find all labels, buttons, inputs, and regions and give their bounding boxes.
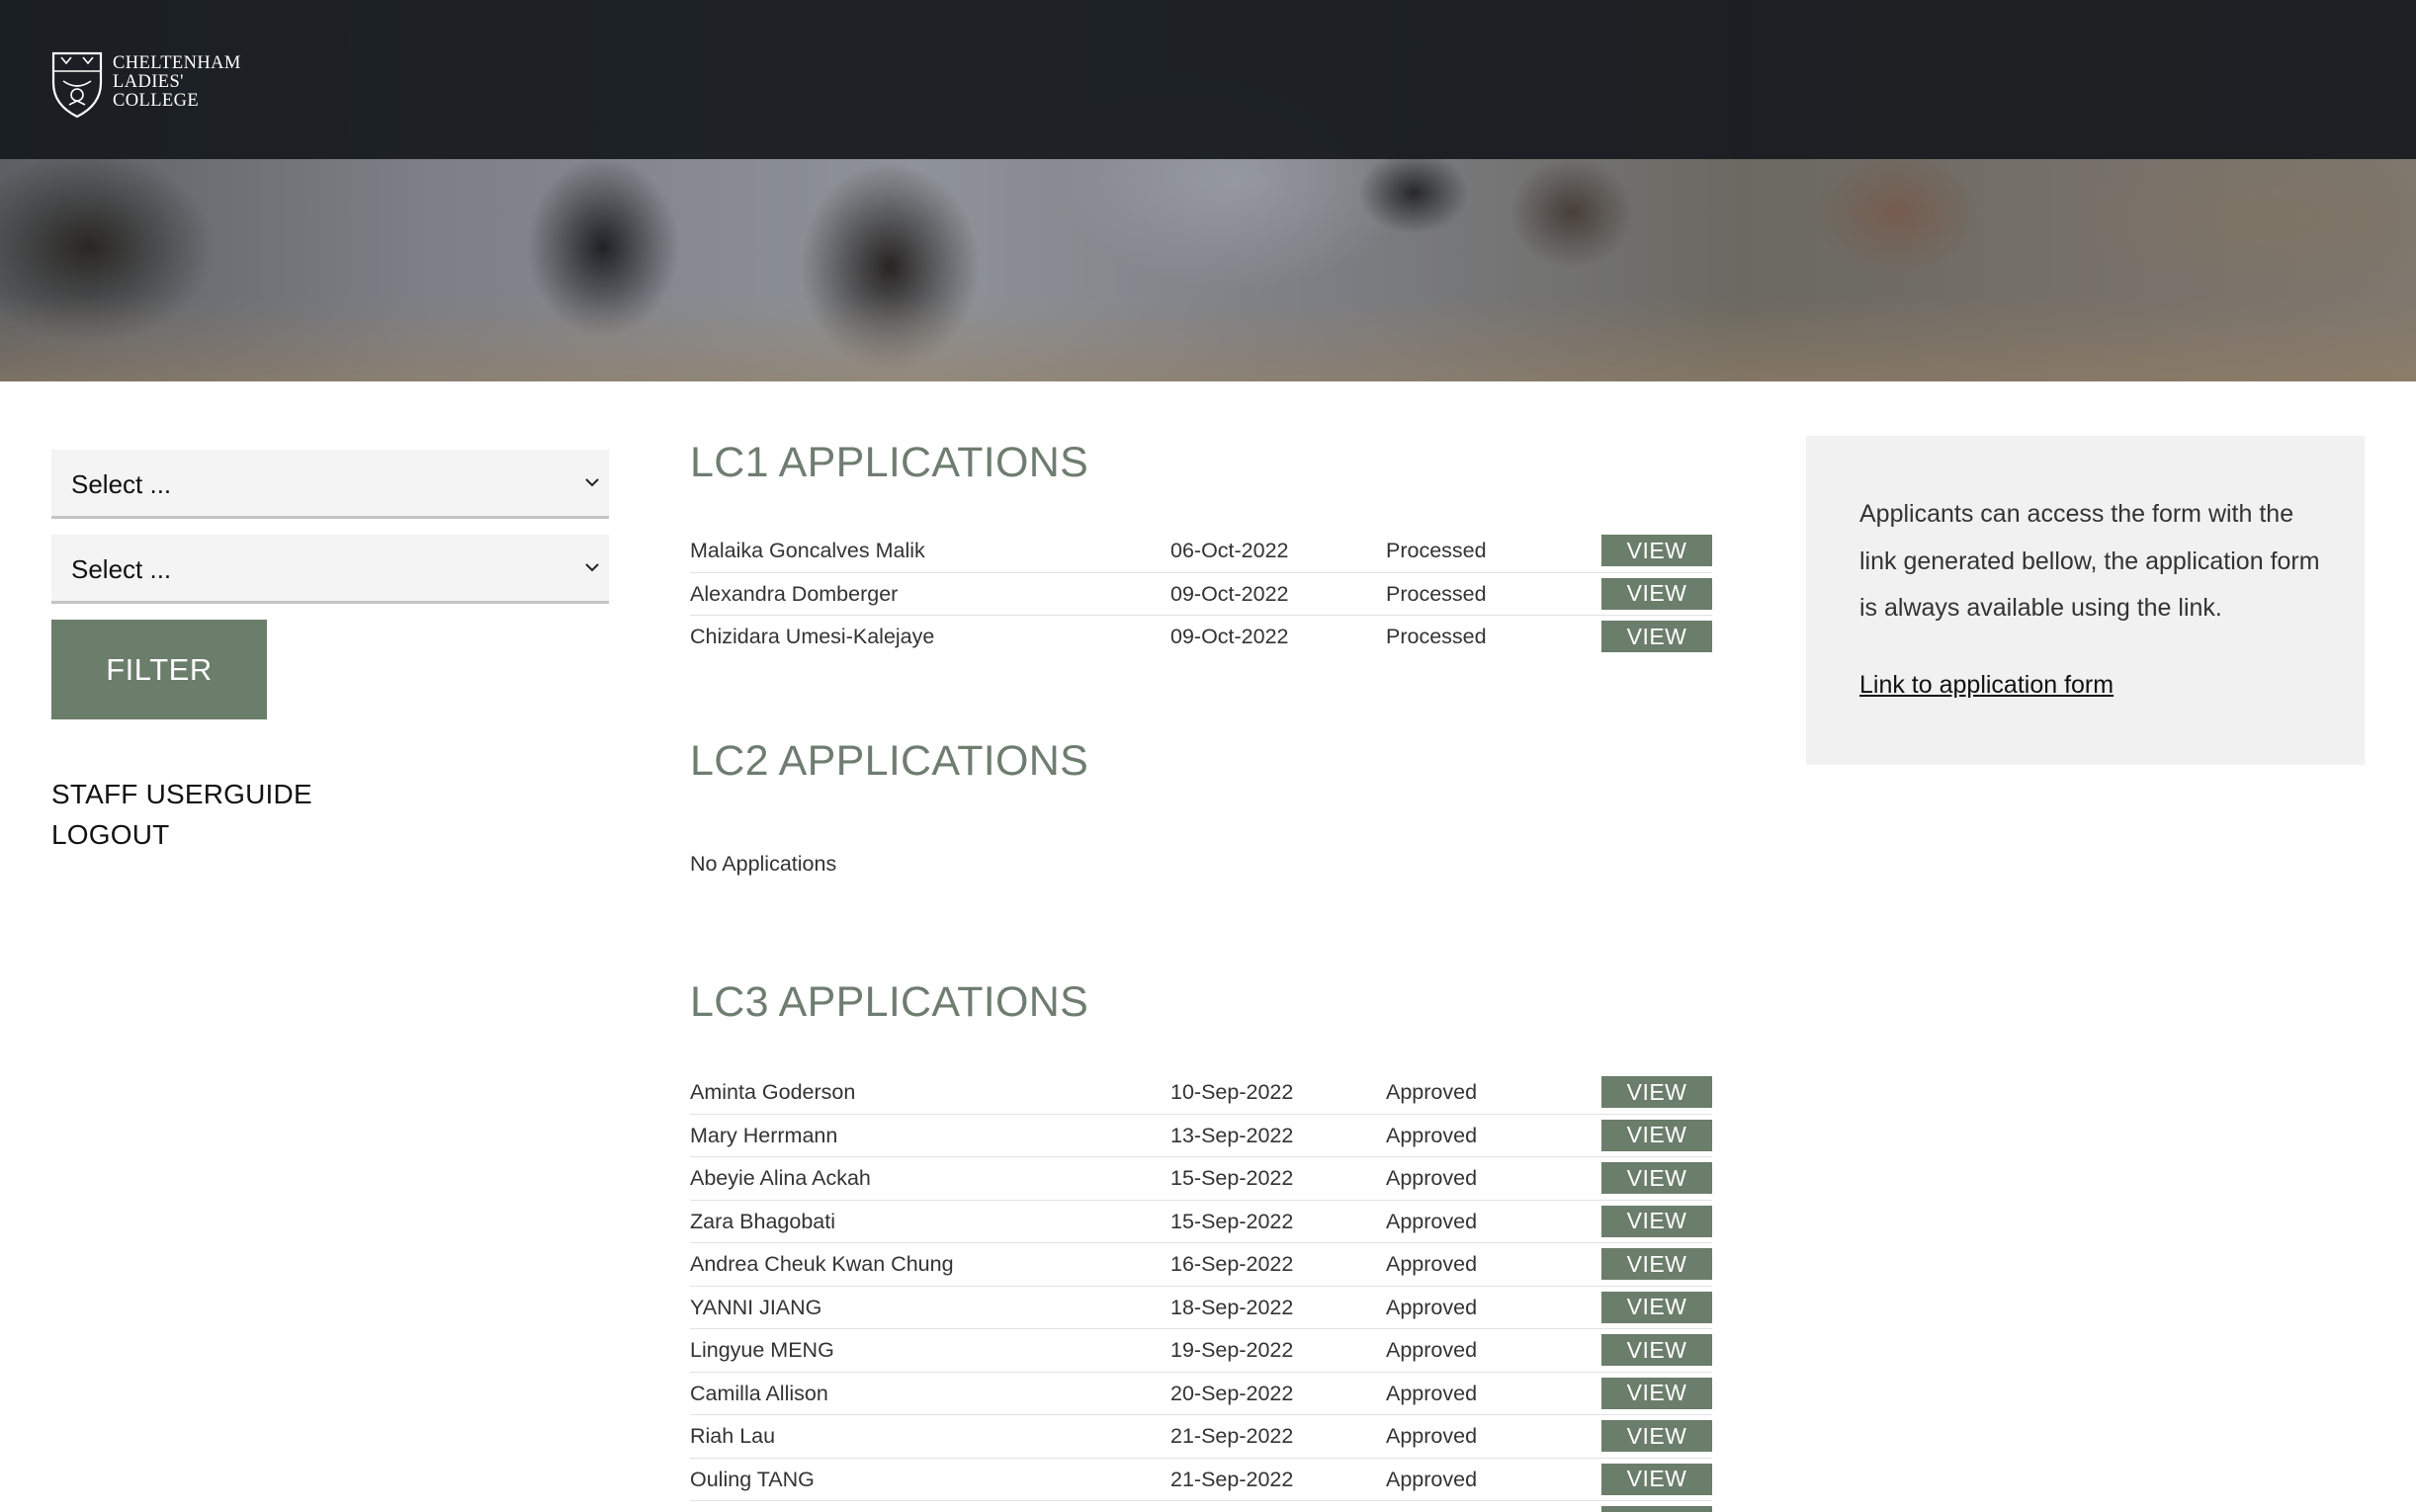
logo-line-3: COLLEGE	[113, 91, 200, 111]
applicant-name: Abeyie Alina Ackah	[690, 1166, 871, 1190]
chevron-down-icon	[581, 471, 603, 493]
view-button[interactable]: VIEW	[1601, 577, 1712, 610]
lc2-section-title: LC2 APPLICATIONS	[690, 737, 1089, 785]
table-row: Lingyue MENG 19-Sep-2022 Approved VIEW	[690, 1329, 1712, 1373]
table-row: Mary Herrmann 13-Sep-2022 Approved VIEW	[690, 1115, 1712, 1157]
applicant-name: Lingyue MENG	[690, 1338, 834, 1362]
logo-line-2: LADIES'	[113, 72, 184, 92]
application-date: 13-Sep-2022	[1170, 1123, 1294, 1147]
table-row: Stella Hu21-Sep-2022ApprovedVIEW	[690, 1501, 1712, 1512]
table-row: Zara Bhagobati 15-Sep-2022 Approved VIEW	[690, 1201, 1712, 1243]
application-date: 16-Sep-2022	[1170, 1252, 1294, 1276]
applicant-name: Andrea Cheuk Kwan Chung	[690, 1252, 954, 1276]
filter-button[interactable]: FILTER	[51, 620, 267, 719]
view-button[interactable]: VIEW	[1601, 1420, 1712, 1452]
lc3-applications-table: Aminta Goderson 10-Sep-2022 Approved VIEW Ma…	[690, 1071, 1712, 1512]
applicant-name: Riah Lau	[690, 1424, 776, 1448]
application-status: Processed	[1386, 625, 1487, 648]
filter-select-2-value: Select ...	[71, 554, 172, 584]
lc3-section-title: LC3 APPLICATIONS	[690, 978, 1089, 1026]
application-date: 15-Sep-2022	[1170, 1209, 1294, 1233]
application-status: Processed	[1386, 539, 1487, 562]
application-date: 20-Sep-2022	[1170, 1381, 1294, 1405]
header-bar: CHELTENHAM LADIES' COLLEGE	[0, 0, 2416, 159]
crest-icon	[49, 47, 105, 119]
application-date: 18-Sep-2022	[1170, 1295, 1294, 1319]
filter-select-2[interactable]: Select ...	[51, 535, 609, 604]
lc2-empty-message: No Applications	[690, 852, 837, 876]
application-date: 06-Oct-2022	[1170, 539, 1289, 562]
logo-line-1: CHELTENHAM	[113, 53, 241, 73]
application-status: Approved	[1386, 1123, 1478, 1147]
application-date: 19-Sep-2022	[1170, 1338, 1294, 1362]
applicant-name: Alexandra Domberger	[690, 581, 899, 606]
table-row: Camilla Allison 20-Sep-2022 Approved VIEW	[690, 1373, 1712, 1415]
chevron-down-icon	[581, 556, 603, 578]
table-row: Chizidara Umesi-Kalejaye 09-Oct-2022 Proce…	[690, 616, 1712, 658]
view-button[interactable]: VIEW	[1601, 1291, 1712, 1323]
applicant-name: Malaika Goncalves Malik	[690, 539, 925, 562]
staff-userguide-link[interactable]: STAFF USERGUIDE	[51, 779, 312, 810]
application-form-link[interactable]: Link to application form	[1859, 671, 2114, 700]
applicant-name: Zara Bhagobati	[690, 1209, 836, 1233]
application-status: Approved	[1386, 1080, 1478, 1104]
view-button[interactable]: VIEW	[1601, 621, 1712, 652]
application-date: 21-Sep-2022	[1170, 1467, 1294, 1491]
application-status: Approved	[1386, 1295, 1478, 1319]
table-row: Aminta Goderson 10-Sep-2022 Approved VIEW	[690, 1071, 1712, 1115]
table-row: Abeyie Alina Ackah 15-Sep-2022 Approved VIE…	[690, 1157, 1712, 1201]
applicant-name: Ouling TANG	[690, 1467, 815, 1491]
applicant-name: Camilla Allison	[690, 1381, 828, 1405]
lc1-section-title: LC1 APPLICATIONS	[690, 439, 1089, 486]
view-button[interactable]: VIEW	[1601, 1334, 1712, 1366]
page: CHELTENHAM LADIES' COLLEGE Select ... Se…	[0, 0, 2416, 1512]
applicant-name: Mary Herrmann	[690, 1123, 838, 1147]
info-panel: Applicants can access the form with the …	[1806, 436, 2365, 765]
application-date: 21-Sep-2022	[1170, 1424, 1294, 1448]
table-row: Andrea Cheuk Kwan Chung 16-Sep-2022 Approv…	[690, 1243, 1712, 1287]
table-row: Ouling TANG 21-Sep-2022 Approved VIEW	[690, 1459, 1712, 1501]
application-status: Approved	[1386, 1424, 1478, 1448]
table-row: Alexandra Domberger 09-Oct-2022 Processed V…	[690, 573, 1712, 616]
view-button[interactable]: VIEW	[1601, 1377, 1712, 1409]
application-status: Approved	[1386, 1209, 1478, 1233]
application-status: Approved	[1386, 1166, 1478, 1190]
logout-link[interactable]: LOGOUT	[51, 819, 169, 851]
application-status: Approved	[1386, 1338, 1478, 1362]
application-status: Approved	[1386, 1467, 1478, 1491]
applicant-name: Chizidara Umesi-Kalejaye	[690, 625, 935, 648]
applicant-name: YANNI JIANG	[690, 1295, 822, 1319]
lc1-applications-table: Malaika Goncalves Malik 06-Oct-2022 Proces…	[690, 530, 1712, 658]
view-button[interactable]: VIEW	[1601, 1506, 1712, 1512]
hero-banner: CHELTENHAM LADIES' COLLEGE	[0, 0, 2416, 381]
application-date: 09-Oct-2022	[1170, 581, 1289, 606]
view-button[interactable]: VIEW	[1601, 1248, 1712, 1280]
table-row: Malaika Goncalves Malik 06-Oct-2022 Proces…	[690, 530, 1712, 573]
view-button[interactable]: VIEW	[1601, 1463, 1712, 1495]
view-button[interactable]: VIEW	[1601, 1119, 1712, 1151]
view-button[interactable]: VIEW	[1601, 1162, 1712, 1194]
college-logo[interactable]: CHELTENHAM LADIES' COLLEGE	[49, 45, 241, 120]
application-status: Approved	[1386, 1252, 1478, 1276]
table-row: YANNI JIANG 18-Sep-2022 Approved VIEW	[690, 1287, 1712, 1329]
filter-select-1[interactable]: Select ...	[51, 450, 609, 519]
hero-floor	[0, 296, 2416, 381]
applicant-name: Aminta Goderson	[690, 1080, 856, 1104]
logo-wordmark: CHELTENHAM LADIES' COLLEGE	[113, 54, 241, 111]
application-date: 10-Sep-2022	[1170, 1080, 1294, 1104]
view-button[interactable]: VIEW	[1601, 1076, 1712, 1108]
application-date: 15-Sep-2022	[1170, 1166, 1294, 1190]
application-status: Approved	[1386, 1381, 1478, 1405]
view-button[interactable]: VIEW	[1601, 1205, 1712, 1237]
filter-select-1-value: Select ...	[71, 469, 172, 499]
info-text: Applicants can access the form with the …	[1859, 500, 2320, 622]
application-date: 09-Oct-2022	[1170, 625, 1289, 648]
view-button[interactable]: VIEW	[1601, 535, 1712, 566]
table-row: Riah Lau 21-Sep-2022 Approved VIEW	[690, 1415, 1712, 1459]
application-status: Processed	[1386, 581, 1487, 606]
